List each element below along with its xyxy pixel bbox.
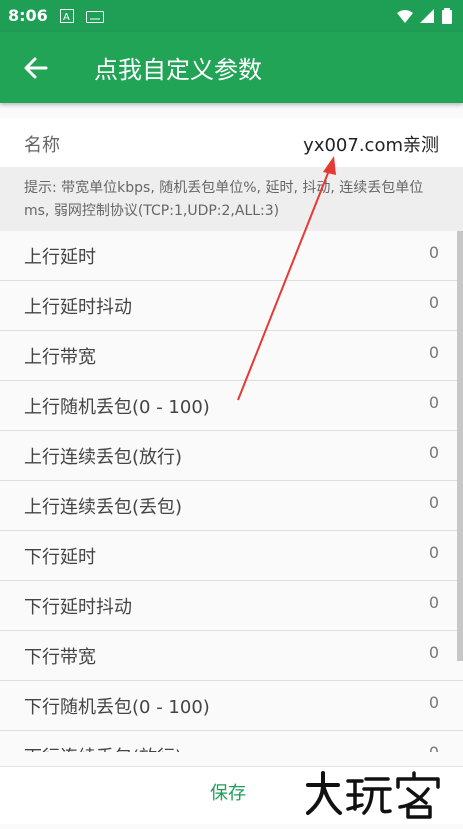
param-row[interactable]: 下行连续丢包(放行) 0 xyxy=(0,731,463,752)
status-time: 8:06 xyxy=(8,6,48,25)
param-row[interactable]: 上行带宽 0 xyxy=(0,331,463,381)
param-label: 上行延时抖动 xyxy=(24,297,132,318)
param-label: 下行带宽 xyxy=(24,647,96,668)
wifi-icon xyxy=(396,8,414,28)
param-value[interactable]: 0 xyxy=(429,743,439,752)
param-row[interactable]: 下行带宽 0 xyxy=(0,631,463,681)
watermark-logo xyxy=(304,769,444,829)
param-value[interactable]: 0 xyxy=(429,393,439,412)
back-arrow-icon[interactable] xyxy=(22,54,50,82)
hint-text: 提示: 带宽单位kbps, 随机丢包单位%, 延时, 抖动, 连续丢包单位ms,… xyxy=(24,180,424,219)
param-label: 下行延时 xyxy=(24,547,96,568)
param-value[interactable]: 0 xyxy=(429,293,439,312)
param-value[interactable]: 0 xyxy=(429,243,439,262)
param-row[interactable]: 下行延时抖动 0 xyxy=(0,581,463,631)
param-value[interactable]: 0 xyxy=(429,343,439,362)
cellular-signal-icon xyxy=(419,8,435,28)
param-label: 上行带宽 xyxy=(24,347,96,368)
param-list[interactable]: 上行延时 0 上行延时抖动 0 上行带宽 0 上行随机丢包(0 - 100) 0 上行连续丢包(… xyxy=(0,231,463,752)
param-row[interactable]: 上行连续丢包(放行) 0 xyxy=(0,431,463,481)
bottom-bar: 保存 xyxy=(0,766,463,824)
keyboard-icon xyxy=(86,8,104,27)
name-label: 名称 xyxy=(24,135,60,156)
name-row[interactable]: 名称 yx007.com亲测 xyxy=(0,118,463,167)
param-value[interactable]: 0 xyxy=(429,543,439,562)
param-row[interactable]: 上行随机丢包(0 - 100) 0 xyxy=(0,381,463,431)
hint-box: 提示: 带宽单位kbps, 随机丢包单位%, 延时, 抖动, 连续丢包单位ms,… xyxy=(0,167,463,231)
param-label: 下行连续丢包(放行) xyxy=(24,743,182,752)
status-bar: 8:06 A xyxy=(0,0,463,32)
param-label: 下行随机丢包(0 - 100) xyxy=(24,697,210,718)
keyboard-a-icon: A xyxy=(60,8,74,27)
battery-icon xyxy=(442,8,452,28)
param-row[interactable]: 上行延时 0 xyxy=(0,231,463,281)
svg-text:A: A xyxy=(63,12,70,23)
param-value[interactable]: 0 xyxy=(429,493,439,512)
param-label: 上行连续丢包(放行) xyxy=(24,447,183,468)
save-button[interactable]: 保存 xyxy=(210,779,246,805)
param-label: 上行连续丢包(丢包) xyxy=(24,497,183,518)
param-label: 上行延时 xyxy=(24,247,96,268)
name-value[interactable]: yx007.com亲测 xyxy=(303,131,439,157)
param-row[interactable]: 上行连续丢包(丢包) 0 xyxy=(0,481,463,531)
param-row[interactable]: 下行随机丢包(0 - 100) 0 xyxy=(0,681,463,731)
app-bar: 点我自定义参数 xyxy=(0,32,463,103)
param-value[interactable]: 0 xyxy=(429,693,439,712)
param-row[interactable]: 下行延时 0 xyxy=(0,531,463,581)
scrollbar[interactable] xyxy=(457,231,463,661)
param-label: 上行随机丢包(0 - 100) xyxy=(24,397,210,418)
param-label: 下行延时抖动 xyxy=(24,597,132,618)
param-value[interactable]: 0 xyxy=(429,593,439,612)
param-row[interactable]: 上行延时抖动 0 xyxy=(0,281,463,331)
param-value[interactable]: 0 xyxy=(429,643,439,662)
param-value[interactable]: 0 xyxy=(429,443,439,462)
page-title: 点我自定义参数 xyxy=(94,56,262,84)
